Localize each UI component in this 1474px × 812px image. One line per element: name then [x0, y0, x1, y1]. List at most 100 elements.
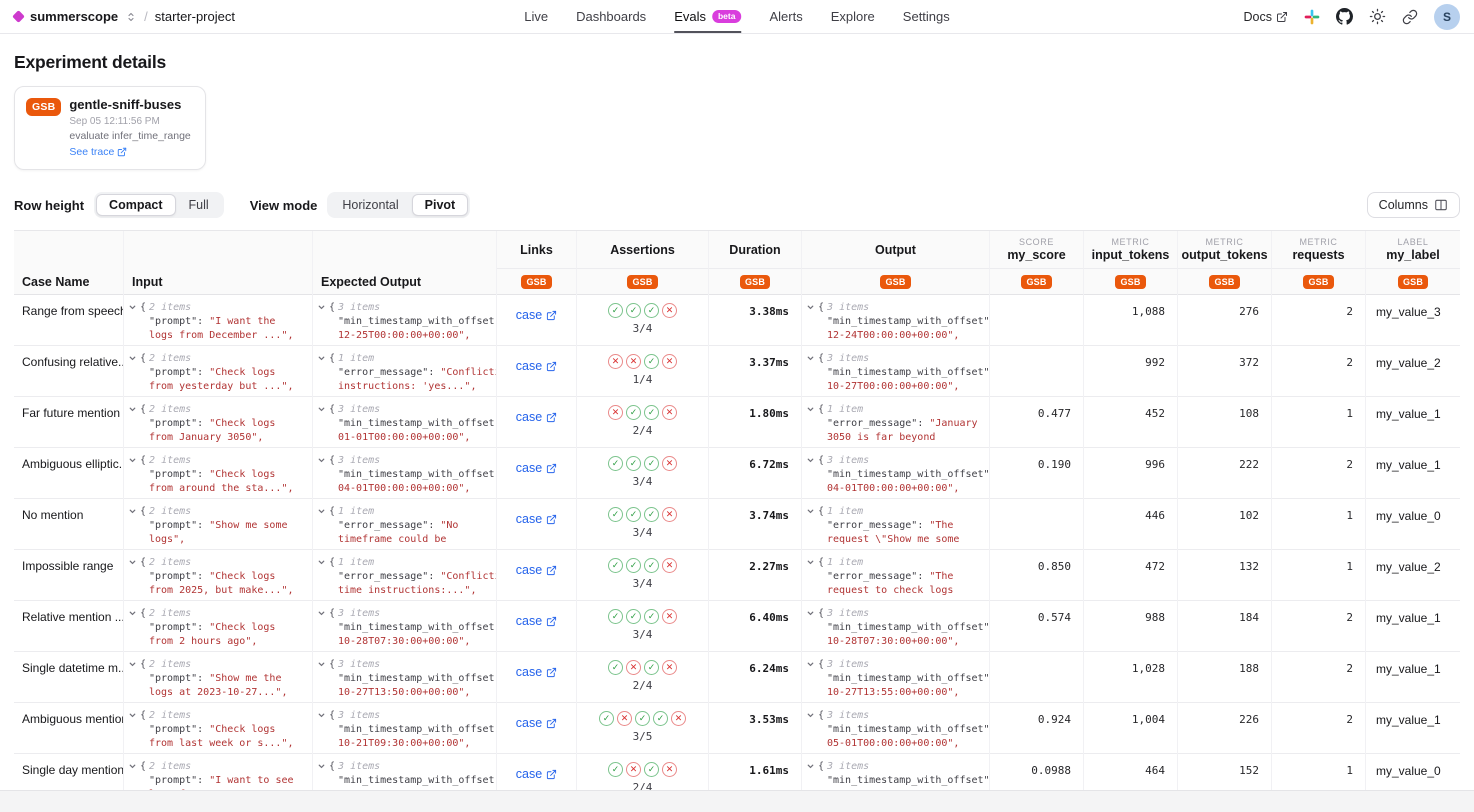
input-cell: { 2 items "prompt": "Show me the logs at…: [124, 652, 313, 703]
expected-output-cell: { 3 items "min_timestamp_with_offset" 10…: [313, 652, 497, 703]
chevron-down-icon[interactable]: [806, 303, 815, 312]
chevron-down-icon[interactable]: [317, 711, 326, 720]
project-name[interactable]: starter-project: [155, 9, 235, 24]
x-circle-icon: ✕: [662, 507, 677, 522]
json-brace: {: [140, 608, 146, 619]
chevron-down-icon[interactable]: [317, 456, 326, 465]
gsb-badge: GSB: [521, 275, 551, 289]
external-link-icon: [1276, 11, 1288, 23]
label-cell: my_value_2: [1366, 550, 1460, 601]
chevron-down-icon[interactable]: [317, 762, 326, 771]
chevron-down-icon[interactable]: [806, 558, 815, 567]
chevron-down-icon[interactable]: [128, 711, 137, 720]
links-cell: case: [497, 499, 577, 550]
row-height-full-button[interactable]: Full: [176, 194, 222, 216]
case-link[interactable]: case: [516, 359, 557, 373]
nav-item-dashboards[interactable]: Dashboards: [576, 0, 646, 33]
github-icon[interactable]: [1336, 8, 1353, 25]
chevron-down-icon[interactable]: [128, 660, 137, 669]
chevron-down-icon[interactable]: [806, 762, 815, 771]
output-cell: { 3 items "min_timestamp_with_offset" 12…: [802, 295, 990, 346]
see-trace-link[interactable]: See trace: [69, 146, 127, 158]
case-link[interactable]: case: [516, 614, 557, 628]
user-avatar[interactable]: S: [1434, 4, 1460, 30]
chevron-down-icon[interactable]: [317, 558, 326, 567]
x-circle-icon: ✕: [662, 354, 677, 369]
chevron-down-icon[interactable]: [128, 405, 137, 414]
json-item-count: 2 items: [149, 353, 191, 364]
chevron-down-icon[interactable]: [128, 609, 137, 618]
nav-item-evals[interactable]: Evals beta: [674, 0, 741, 33]
case-link[interactable]: case: [516, 716, 557, 730]
view-mode-horizontal-button[interactable]: Horizontal: [329, 194, 411, 216]
chevron-down-icon[interactable]: [317, 354, 326, 363]
json-brace: {: [818, 404, 824, 415]
chevron-down-icon[interactable]: [128, 762, 137, 771]
chevron-down-icon[interactable]: [806, 609, 815, 618]
case-link[interactable]: case: [516, 563, 557, 577]
nav-item-live[interactable]: Live: [524, 0, 548, 33]
breadcrumb: summerscope / starter-project: [14, 0, 235, 33]
chevron-down-icon[interactable]: [128, 507, 137, 516]
gsb-badge: GSB: [1115, 275, 1145, 289]
view-mode-pivot-button[interactable]: Pivot: [412, 194, 469, 216]
chevron-down-icon[interactable]: [806, 405, 815, 414]
experiment-description: evaluate infer_time_range: [69, 130, 190, 142]
column-header-my-score: SCORE my_score: [990, 231, 1084, 268]
chevron-down-icon[interactable]: [317, 303, 326, 312]
org-switcher-icon[interactable]: [125, 11, 137, 23]
columns-button[interactable]: Columns: [1367, 192, 1460, 218]
chevron-down-icon[interactable]: [128, 558, 137, 567]
assertions-cell: ✓✕✓✓✕ 3/5: [577, 703, 709, 754]
output-tokens-cell: 226: [1178, 703, 1272, 754]
requests-cell: 2: [1272, 448, 1366, 499]
assertions-fraction: 3/4: [633, 526, 653, 539]
chevron-down-icon[interactable]: [128, 303, 137, 312]
chevron-down-icon[interactable]: [128, 456, 137, 465]
duration-cell: 3.74ms: [709, 499, 802, 550]
chevron-down-icon[interactable]: [806, 354, 815, 363]
external-link-icon: [117, 147, 127, 157]
case-link[interactable]: case: [516, 665, 557, 679]
case-link[interactable]: case: [516, 410, 557, 424]
view-mode-segmented-control: Horizontal Pivot: [327, 192, 470, 218]
json-brace: {: [329, 608, 335, 619]
slack-icon[interactable]: [1304, 9, 1320, 25]
gsb-badge: GSB: [1209, 275, 1239, 289]
case-link[interactable]: case: [516, 512, 557, 526]
docs-link[interactable]: Docs: [1244, 10, 1288, 24]
experiment-card[interactable]: GSB gentle-sniff-buses Sep 05 12:11:56 P…: [14, 86, 206, 170]
nav-item-alerts[interactable]: Alerts: [769, 0, 802, 33]
assertions-fraction: 3/4: [633, 475, 653, 488]
chevron-down-icon[interactable]: [317, 405, 326, 414]
json-item-count: 2 items: [149, 557, 191, 568]
chevron-down-icon[interactable]: [317, 660, 326, 669]
chevron-down-icon[interactable]: [128, 354, 137, 363]
input-cell: { 2 items "prompt": "Check logs from Jan…: [124, 397, 313, 448]
bottom-scroll-area[interactable]: [0, 790, 1474, 812]
json-item-count: 3 items: [338, 710, 380, 721]
theme-toggle-icon[interactable]: [1369, 8, 1386, 25]
nav-item-explore[interactable]: Explore: [831, 0, 875, 33]
json-item-count: 3 items: [827, 302, 869, 313]
chevron-down-icon[interactable]: [806, 711, 815, 720]
row-height-compact-button[interactable]: Compact: [96, 194, 175, 216]
check-circle-icon: ✓: [644, 660, 659, 675]
org-name[interactable]: summerscope: [30, 9, 118, 24]
table-row: Single datetime m... { 2 items "prompt":…: [14, 652, 1460, 703]
main-nav: Live Dashboards Evals beta Alerts Explor…: [524, 0, 950, 33]
share-link-icon[interactable]: [1402, 9, 1418, 25]
case-link[interactable]: case: [516, 767, 557, 781]
nav-item-settings[interactable]: Settings: [903, 0, 950, 33]
chevron-down-icon[interactable]: [317, 507, 326, 516]
duration-cell: 6.24ms: [709, 652, 802, 703]
chevron-down-icon[interactable]: [806, 507, 815, 516]
case-link[interactable]: case: [516, 308, 557, 322]
output-cell: { 1 item "error_message": "The request \…: [802, 499, 990, 550]
table-header-groups: Links Assertions Duration Output SCORE m…: [14, 231, 1460, 268]
chevron-down-icon[interactable]: [317, 609, 326, 618]
chevron-down-icon[interactable]: [806, 660, 815, 669]
case-link[interactable]: case: [516, 461, 557, 475]
duration-cell: 3.37ms: [709, 346, 802, 397]
chevron-down-icon[interactable]: [806, 456, 815, 465]
